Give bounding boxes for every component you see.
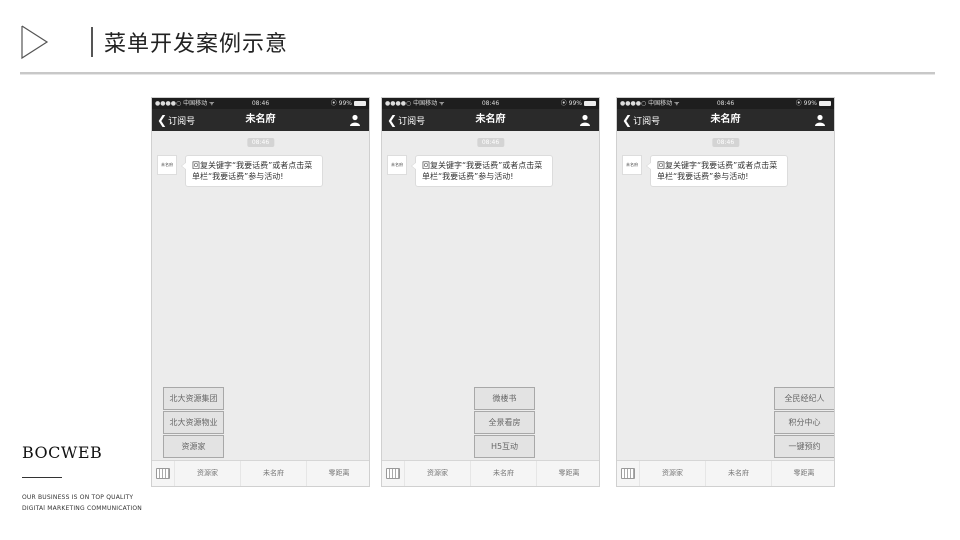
- submenu-item[interactable]: H5互动: [474, 435, 535, 458]
- keyboard-icon[interactable]: [621, 468, 635, 479]
- menu-button-1[interactable]: 资源家: [404, 461, 470, 486]
- chevron-left-icon: ❮: [622, 113, 633, 127]
- menu-button-3[interactable]: 零距离: [771, 461, 834, 486]
- nav-bar: ❮订阅号 未名府: [152, 109, 369, 131]
- submenu-popup: 北大资源集团 北大资源物业 资源家: [163, 387, 224, 459]
- page-title: 菜单开发案例示意: [104, 32, 289, 57]
- submenu-item[interactable]: 微楼书: [474, 387, 535, 410]
- message-bubble: 回复关键字“我要话费”或者点击菜单栏“我要话费”参与活动!: [646, 155, 788, 187]
- chevron-left-icon: ❮: [157, 113, 168, 127]
- menu-button-2[interactable]: 未名府: [470, 461, 536, 486]
- menu-button-1[interactable]: 资源家: [174, 461, 240, 486]
- phone-screen-2: ●●●●○ 中国移动 ᯤ 08:46 ⦿ 99% ❮订阅号 未名府 08:46 …: [381, 97, 600, 487]
- bottom-menu-bar: 资源家 未名府 零距离: [617, 460, 834, 486]
- back-button[interactable]: ❮订阅号: [157, 109, 195, 131]
- phone-screen-3: ●●●●○ 中国移动 ᯤ 08:46 ⦿ 99% ❮订阅号 未名府 08:46 …: [616, 97, 835, 487]
- submenu-popup: 微楼书 全景看房 H5互动: [474, 387, 535, 459]
- message-bubble: 回复关键字“我要话费”或者点击菜单栏“我要话费”参与活动!: [411, 155, 553, 187]
- back-label: 订阅号: [633, 117, 661, 127]
- play-arrow-icon: [21, 25, 49, 60]
- battery-percent: ⦿ 99%: [330, 100, 352, 107]
- bottom-menu-bar: 资源家 未名府 零距离: [152, 460, 369, 486]
- status-bar: ●●●●○ 中国移动 ᯤ 08:46 ⦿ 99%: [382, 98, 599, 109]
- back-label: 订阅号: [398, 117, 426, 127]
- user-profile-icon[interactable]: [579, 114, 591, 126]
- menu-button-3[interactable]: 零距离: [306, 461, 369, 486]
- submenu-item[interactable]: 积分中心: [774, 411, 834, 434]
- battery-icon: [584, 101, 596, 106]
- title-accent-bar: [91, 27, 93, 57]
- brand-tagline-1: OUR BUSINESS IS ON TOP QUALITY: [22, 494, 134, 501]
- menu-button-1[interactable]: 资源家: [639, 461, 705, 486]
- account-avatar[interactable]: 未名府: [622, 155, 642, 175]
- submenu-item[interactable]: 北大资源物业: [163, 411, 224, 434]
- menu-button-2[interactable]: 未名府: [240, 461, 306, 486]
- battery-percent: ⦿ 99%: [560, 100, 582, 107]
- status-bar: ●●●●○ 中国移动 ᯤ 08:46 ⦿ 99%: [152, 98, 369, 109]
- back-label: 订阅号: [168, 117, 196, 127]
- message-time: 08:46: [476, 138, 505, 147]
- submenu-popup: 全民经纪人 积分中心 一键预约: [774, 387, 834, 459]
- keyboard-icon[interactable]: [386, 468, 400, 479]
- phone-screen-1: ●●●●○ 中国移动 ᯤ 08:46 ⦿ 99% ❮订阅号 未名府 08:46 …: [151, 97, 370, 487]
- account-avatar[interactable]: 未名府: [157, 155, 177, 175]
- submenu-item[interactable]: 全民经纪人: [774, 387, 834, 410]
- submenu-item[interactable]: 北大资源集团: [163, 387, 224, 410]
- chevron-left-icon: ❮: [387, 113, 398, 127]
- nav-bar: ❮订阅号 未名府: [617, 109, 834, 131]
- battery-icon: [819, 101, 831, 106]
- back-button[interactable]: ❮订阅号: [387, 109, 425, 131]
- brand-tagline-2: DIGITAl MARKETING COMMUNICATION: [22, 505, 142, 512]
- status-bar: ●●●●○ 中国移动 ᯤ 08:46 ⦿ 99%: [617, 98, 834, 109]
- menu-button-3[interactable]: 零距离: [536, 461, 599, 486]
- keyboard-icon[interactable]: [156, 468, 170, 479]
- account-avatar[interactable]: 未名府: [387, 155, 407, 175]
- message-bubble: 回复关键字“我要话费”或者点击菜单栏“我要话费”参与活动!: [181, 155, 323, 187]
- message-time: 08:46: [246, 138, 275, 147]
- brand-name: BOCWEB: [22, 443, 103, 462]
- message-time: 08:46: [711, 138, 740, 147]
- battery-percent: ⦿ 99%: [795, 100, 817, 107]
- back-button[interactable]: ❮订阅号: [622, 109, 660, 131]
- user-profile-icon[interactable]: [349, 114, 361, 126]
- submenu-item[interactable]: 一键预约: [774, 435, 834, 458]
- brand-divider: [22, 477, 62, 478]
- battery-icon: [354, 101, 366, 106]
- nav-bar: ❮订阅号 未名府: [382, 109, 599, 131]
- user-profile-icon[interactable]: [814, 114, 826, 126]
- menu-button-2[interactable]: 未名府: [705, 461, 771, 486]
- submenu-item[interactable]: 全景看房: [474, 411, 535, 434]
- submenu-item[interactable]: 资源家: [163, 435, 224, 458]
- title-divider: [20, 72, 935, 75]
- bottom-menu-bar: 资源家 未名府 零距离: [382, 460, 599, 486]
